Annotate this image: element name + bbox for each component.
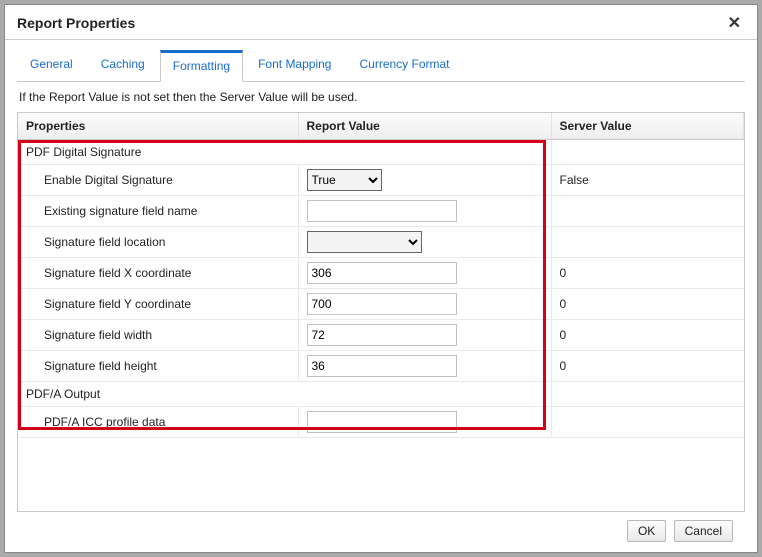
row-pdfa-icc-profile-data: PDF/A ICC profile data xyxy=(18,407,744,438)
ok-button[interactable]: OK xyxy=(627,520,666,542)
prop-label: Signature field Y coordinate xyxy=(18,289,298,320)
row-enable-digital-signature: Enable Digital Signature True False xyxy=(18,165,744,196)
server-value: 0 xyxy=(551,351,744,382)
hint-text: If the Report Value is not set then the … xyxy=(17,82,745,112)
server-value: False xyxy=(551,165,744,196)
row-signature-field-width: Signature field width 0 xyxy=(18,320,744,351)
prop-label: Signature field location xyxy=(18,227,298,258)
prop-label: Signature field height xyxy=(18,351,298,382)
prop-label: Signature field width xyxy=(18,320,298,351)
prop-label: PDF/A ICC profile data xyxy=(18,407,298,438)
col-header-server-value: Server Value xyxy=(551,113,744,140)
existing-signature-field-name-input[interactable] xyxy=(307,200,457,222)
dialog-titlebar: Report Properties ✕ xyxy=(5,5,757,40)
tab-general[interactable]: General xyxy=(17,50,86,82)
group-pdfa-output: PDF/A Output xyxy=(18,382,298,407)
server-value xyxy=(551,407,744,438)
col-header-properties: Properties xyxy=(18,113,298,140)
cancel-button[interactable]: Cancel xyxy=(674,520,733,542)
server-value: 0 xyxy=(551,258,744,289)
prop-label: Signature field X coordinate xyxy=(18,258,298,289)
row-signature-field-y-coordinate: Signature field Y coordinate 0 xyxy=(18,289,744,320)
close-icon[interactable]: ✕ xyxy=(724,13,745,33)
pdfa-icc-profile-data-input[interactable] xyxy=(307,411,457,433)
dialog-title: Report Properties xyxy=(17,15,135,31)
signature-field-x-coordinate-input[interactable] xyxy=(307,262,457,284)
tab-currency-format[interactable]: Currency Format xyxy=(346,50,462,82)
signature-field-height-input[interactable] xyxy=(307,355,457,377)
report-properties-dialog: Report Properties ✕ General Caching Form… xyxy=(4,4,758,553)
signature-field-location-select[interactable] xyxy=(307,231,422,253)
tabstrip: General Caching Formatting Font Mapping … xyxy=(17,50,745,82)
prop-label: Enable Digital Signature xyxy=(18,165,298,196)
signature-field-y-coordinate-input[interactable] xyxy=(307,293,457,315)
tab-font-mapping[interactable]: Font Mapping xyxy=(245,50,344,82)
enable-digital-signature-select[interactable]: True xyxy=(307,169,382,191)
dialog-body: General Caching Formatting Font Mapping … xyxy=(5,40,757,552)
row-signature-field-location: Signature field location xyxy=(18,227,744,258)
tab-caching[interactable]: Caching xyxy=(88,50,158,82)
server-value xyxy=(551,227,744,258)
group-pdf-digital-signature: PDF Digital Signature xyxy=(18,140,298,165)
properties-grid: Properties Report Value Server Value PDF… xyxy=(17,112,745,512)
server-value: 0 xyxy=(551,289,744,320)
tab-formatting[interactable]: Formatting xyxy=(160,50,243,82)
server-value xyxy=(551,196,744,227)
grid-scroll-area[interactable]: PDF Digital Signature Enable Digital Sig… xyxy=(18,140,744,511)
signature-field-width-input[interactable] xyxy=(307,324,457,346)
row-existing-signature-field-name: Existing signature field name xyxy=(18,196,744,227)
row-signature-field-height: Signature field height 0 xyxy=(18,351,744,382)
server-value: 0 xyxy=(551,320,744,351)
row-signature-field-x-coordinate: Signature field X coordinate 0 xyxy=(18,258,744,289)
prop-label: Existing signature field name xyxy=(18,196,298,227)
col-header-report-value: Report Value xyxy=(298,113,551,140)
dialog-buttonbar: OK Cancel xyxy=(17,512,745,552)
